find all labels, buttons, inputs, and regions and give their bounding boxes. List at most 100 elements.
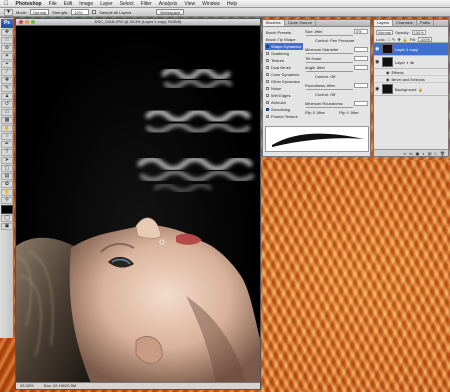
brush-setting-row[interactable]: Wet Edges <box>265 92 303 99</box>
layer-row[interactable]: ◉ Layer 1 fx <box>374 56 448 69</box>
minimum-roundness-field[interactable] <box>354 101 368 106</box>
zoom-level[interactable]: 33.33% <box>20 383 34 389</box>
menu-file[interactable]: File <box>49 1 57 7</box>
brush-setting-checkbox[interactable] <box>266 94 269 97</box>
visibility-eye-icon[interactable]: ◉ <box>375 59 380 65</box>
color-swatches-icon[interactable] <box>1 205 13 214</box>
effects-row[interactable]: ◉ Effects <box>374 69 448 76</box>
brush-setting-row[interactable]: Protect Texture <box>265 113 303 120</box>
menu-filter[interactable]: Filter <box>141 1 152 7</box>
minimum-diameter-field[interactable] <box>354 47 368 52</box>
link-layers-icon[interactable]: ∞ <box>404 151 407 156</box>
brush-tool-icon[interactable]: ✎ <box>1 85 13 92</box>
zoom-window-icon[interactable] <box>31 20 35 24</box>
lasso-tool-icon[interactable]: ⧁ <box>1 45 13 52</box>
lock-transparency-icon[interactable]: □ <box>388 37 390 42</box>
angle-control-row[interactable]: Control: Off <box>305 74 369 83</box>
tab-channels[interactable]: Channels <box>393 20 417 26</box>
shape-tool-icon[interactable]: ▢ <box>1 165 13 172</box>
menu-layer[interactable]: Layer <box>100 1 113 7</box>
gradient-tool-icon[interactable]: ▩ <box>1 117 13 124</box>
eyedropper-tool-icon[interactable]: ✿ <box>1 181 13 188</box>
add-style-icon[interactable]: fx <box>409 151 412 156</box>
brush-setting-checkbox[interactable] <box>266 45 269 48</box>
brush-setting-row[interactable]: Brush Tip Shape <box>265 36 303 43</box>
tilt-scale-row[interactable]: Tilt Scale <box>305 56 369 65</box>
brush-setting-checkbox[interactable] <box>266 59 269 62</box>
menu-edit[interactable]: Edit <box>64 1 73 7</box>
brush-setting-row[interactable]: Color Dynamics <box>265 71 303 78</box>
menu-image[interactable]: Image <box>79 1 93 7</box>
blend-mode-select[interactable]: Normal <box>376 29 393 35</box>
new-group-icon[interactable]: ▤ <box>428 151 432 156</box>
brush-setting-checkbox[interactable] <box>266 87 269 90</box>
minimum-diameter-row[interactable]: Minimum Diameter <box>305 47 369 56</box>
minimum-roundness-row[interactable]: Minimum Roundness <box>305 101 369 110</box>
brush-setting-checkbox[interactable] <box>266 66 269 69</box>
menu-analysis[interactable]: Analysis <box>159 1 178 7</box>
crop-tool-icon[interactable]: ⌖ <box>1 61 13 68</box>
close-window-icon[interactable] <box>19 20 23 24</box>
brush-setting-row[interactable]: Brush Presets <box>265 29 303 36</box>
slice-tool-icon[interactable]: ⁄ <box>1 69 13 76</box>
document-title-bar[interactable]: DSC_0318.JPG @ 33.3% (Layer 1 copy, RGB/… <box>16 19 260 26</box>
brush-setting-checkbox[interactable] <box>266 101 269 104</box>
angle-jitter-field[interactable] <box>354 65 368 70</box>
flip-jitter-row[interactable]: Flip X Jitter Flip Y Jitter <box>305 110 369 119</box>
brush-setting-row[interactable]: Shape Dynamics <box>265 43 303 50</box>
roundness-control-row[interactable]: Control: Off <box>305 92 369 101</box>
tab-brushes[interactable]: Brushes <box>263 20 285 26</box>
new-layer-icon[interactable]: □ <box>435 151 437 156</box>
brush-setting-checkbox[interactable] <box>266 73 269 76</box>
image-canvas[interactable] <box>16 26 260 383</box>
visibility-eye-icon[interactable]: ◉ <box>375 86 380 92</box>
tilt-scale-field[interactable] <box>354 56 368 61</box>
brush-setting-checkbox[interactable] <box>266 80 269 83</box>
workspace-button[interactable]: Workspace <box>156 9 185 15</box>
add-mask-icon[interactable]: ▣ <box>416 151 420 156</box>
notes-tool-icon[interactable]: ▤ <box>1 173 13 180</box>
sample-all-layers-checkbox[interactable] <box>92 10 97 14</box>
roundness-jitter-row[interactable]: Roundness Jitter <box>305 83 369 92</box>
marquee-tool-icon[interactable]: □ <box>1 37 13 44</box>
lock-all-icon[interactable]: 🔒 <box>403 37 408 42</box>
delete-layer-icon[interactable]: 🗑 <box>440 151 445 156</box>
lock-pixels-icon[interactable]: ✎ <box>392 37 395 42</box>
size-control-row[interactable]: Control: Pen Pressure <box>305 38 369 47</box>
layer-row[interactable]: ◉ Background 🔒 <box>374 83 448 96</box>
brush-setting-checkbox[interactable] <box>266 52 269 55</box>
move-tool-icon[interactable]: ✥ <box>1 29 13 36</box>
fill-field[interactable]: 100% <box>417 36 433 42</box>
opacity-field[interactable]: 100% <box>411 29 426 35</box>
tool-preset-picker[interactable]: ▼ <box>4 8 13 16</box>
strength-field[interactable]: 10% <box>71 9 90 15</box>
healing-brush-tool-icon[interactable]: ✚ <box>1 77 13 84</box>
apple-menu-icon[interactable]:  <box>4 0 9 8</box>
eraser-tool-icon[interactable]: ▭ <box>1 109 13 116</box>
tab-layers[interactable]: Layers <box>374 20 394 26</box>
type-tool-icon[interactable]: T <box>1 149 13 156</box>
pen-tool-icon[interactable]: ✒ <box>1 141 13 148</box>
size-jitter-row[interactable]: Size Jitter 0% <box>305 29 369 38</box>
brush-setting-row[interactable]: Noise <box>265 85 303 92</box>
brush-setting-row[interactable]: Airbrush <box>265 99 303 106</box>
adjustment-layer-icon[interactable]: ◐ <box>422 151 424 156</box>
menu-select[interactable]: Select <box>120 1 134 7</box>
visibility-eye-icon[interactable]: ◉ <box>375 46 380 52</box>
size-jitter-field[interactable]: 0% <box>354 29 368 34</box>
screen-mode-icon[interactable]: ▣ <box>1 223 13 230</box>
path-selection-tool-icon[interactable]: ➤ <box>1 157 13 164</box>
zoom-tool-icon[interactable]: ⚲ <box>1 197 13 204</box>
effect-item-row[interactable]: ◉ Bevel and Emboss <box>374 76 448 83</box>
brush-setting-row[interactable]: Scattering <box>265 50 303 57</box>
app-menu[interactable]: Photoshop <box>16 1 42 7</box>
menu-help[interactable]: Help <box>227 1 237 7</box>
roundness-jitter-field[interactable] <box>354 83 368 88</box>
dodge-tool-icon[interactable]: ○ <box>1 133 13 140</box>
lock-position-icon[interactable]: ✥ <box>397 37 400 42</box>
magic-wand-tool-icon[interactable]: ✦ <box>1 53 13 60</box>
brush-setting-checkbox[interactable] <box>266 108 269 111</box>
effect-eye-icon[interactable]: ◉ <box>386 77 390 82</box>
history-brush-tool-icon[interactable]: ↺ <box>1 101 13 108</box>
layer-effects-icon[interactable]: fx <box>410 60 414 65</box>
